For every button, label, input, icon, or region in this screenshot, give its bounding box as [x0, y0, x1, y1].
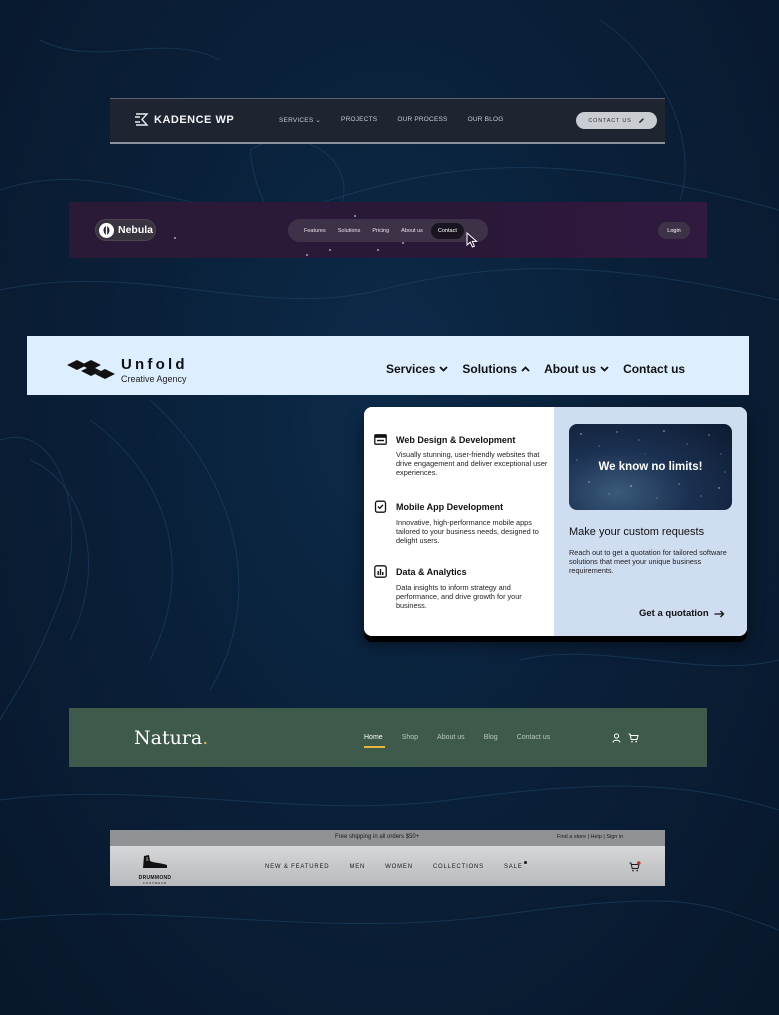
drummond-logo-subtext: FOOTWEAR — [143, 881, 167, 885]
kadence-nav-projects[interactable]: PROJECTS — [341, 116, 377, 124]
chevron-down-icon — [439, 366, 449, 372]
service-title: Data & Analytics — [396, 566, 467, 577]
natura-nav: Home Shop About us Blog Contact us — [364, 734, 550, 748]
user-icon[interactable] — [612, 733, 621, 743]
promo-description: Reach out to get a quotation for tailore… — [569, 548, 727, 575]
service-title: Web Design & Development — [396, 434, 516, 445]
drummond-nav-women[interactable]: WOMEN — [385, 864, 413, 870]
kadence-nav-services[interactable]: SERVICES ⌄ — [279, 116, 321, 124]
service-mobile-app[interactable]: Mobile App Development Innovative, high-… — [374, 500, 549, 545]
natura-nav-blog[interactable]: Blog — [484, 734, 498, 741]
nebula-login-button[interactable]: Login — [658, 222, 690, 239]
pencil-icon — [638, 118, 644, 123]
kadence-logo[interactable]: KADENCE WP — [134, 113, 234, 126]
natura-nav-about-us[interactable]: About us — [437, 734, 465, 741]
natura-logo[interactable]: Natura. — [134, 727, 208, 749]
clipboard-check-icon — [374, 500, 387, 513]
promo-image-text: We know no limits! — [598, 461, 703, 473]
nebula-leaf-icon — [99, 222, 114, 238]
natura-nav-home[interactable]: Home — [364, 734, 385, 748]
kadence-nav: SERVICES ⌄ PROJECTS OUR PROCESS OUR BLOG — [279, 116, 503, 124]
arrow-right-icon — [714, 610, 725, 617]
service-title: Mobile App Development — [396, 501, 504, 512]
dropdown-promo-panel: We know no limits! Make your custom requ… — [554, 407, 747, 636]
natura-actions — [612, 733, 639, 743]
nebula-nav-solutions[interactable]: Solutions — [332, 228, 367, 234]
chevron-down-icon: ⌄ — [315, 117, 322, 124]
nebula-nav-about-us[interactable]: About us — [395, 228, 429, 234]
solutions-dropdown-menu: Web Design & Development Visually stunni… — [364, 407, 747, 636]
nebula-logo-text: Nebula — [118, 224, 154, 236]
service-web-design[interactable]: Web Design & Development Visually stunni… — [374, 434, 549, 477]
browser-window-icon — [374, 434, 387, 445]
drummond-announcement-bar: Free shipping in all orders $50+ Find a … — [110, 830, 665, 846]
kadence-logo-text: KADENCE WP — [154, 113, 235, 126]
dropdown-services-list: Web Design & Development Visually stunni… — [364, 407, 554, 636]
get-quotation-link[interactable]: Get a quotation — [639, 608, 725, 619]
sale-indicator-dot — [523, 861, 527, 864]
nebula-nav: Features Solutions Pricing About us Cont… — [288, 219, 488, 242]
unfold-nav-solutions[interactable]: Solutions — [462, 362, 530, 376]
unfold-nav-about-us[interactable]: About us — [544, 362, 609, 376]
service-data-analytics[interactable]: Data & Analytics Data insights to inform… — [374, 565, 549, 610]
nebula-navbar: Nebula Features Solutions Pricing About … — [69, 202, 707, 258]
kadence-navbar: KADENCE WP SERVICES ⌄ PROJECTS OUR PROCE… — [110, 98, 665, 144]
promo-title: Make your custom requests — [569, 526, 705, 538]
drummond-nav-sale[interactable]: SALE — [504, 861, 527, 870]
kadence-contact-button[interactable]: CONTACT US — [576, 112, 657, 129]
bar-chart-icon — [374, 565, 387, 578]
cart-icon[interactable] — [628, 733, 639, 743]
drummond-nav-new-featured[interactable]: NEW & FEATURED — [265, 864, 329, 870]
drummond-nav-collections[interactable]: COLLECTIONS — [433, 864, 484, 870]
service-description: Data insights to inform strategy and per… — [396, 583, 522, 610]
chevron-down-icon — [600, 366, 609, 372]
nebula-logo[interactable]: Nebula — [95, 219, 156, 241]
kadence-logo-icon — [135, 113, 149, 126]
promo-image: We know no limits! — [569, 424, 732, 510]
kadence-contact-label: CONTACT US — [588, 117, 632, 124]
natura-nav-shop[interactable]: Shop — [402, 734, 418, 741]
unfold-nav-contact-us[interactable]: Contact us — [623, 362, 685, 376]
drummond-header: Free shipping in all orders $50+ Find a … — [110, 830, 665, 886]
utility-links[interactable]: Find a store | Help | Sign in — [557, 834, 623, 840]
kadence-nav-our-blog[interactable]: OUR BLOG — [468, 116, 504, 124]
natura-navbar: Natura. Home Shop About us Blog Contact … — [69, 708, 707, 767]
drummond-navbar: DRUMMOND FOOTWEAR NEW & FEATURED MEN WOM… — [110, 846, 665, 886]
unfold-nav-services[interactable]: Services — [386, 362, 449, 376]
unfold-brand-name[interactable]: Unfold — [121, 356, 188, 373]
nebula-nav-contact[interactable]: Contact — [430, 222, 464, 239]
free-shipping-text: Free shipping in all orders $50+ — [335, 834, 420, 840]
mouse-cursor-icon — [466, 232, 478, 248]
drummond-logo[interactable]: DRUMMOND FOOTWEAR — [137, 854, 173, 885]
service-description: Innovative, high-performance mobile apps… — [396, 518, 539, 545]
cart-icon[interactable] — [629, 861, 641, 872]
chevron-up-icon — [521, 366, 530, 372]
drummond-nav: NEW & FEATURED MEN WOMEN COLLECTIONS SAL… — [265, 861, 527, 870]
kadence-nav-our-process[interactable]: OUR PROCESS — [397, 116, 447, 124]
drummond-nav-men[interactable]: MEN — [349, 864, 365, 870]
service-description: Visually stunning, user-friendly website… — [396, 450, 548, 477]
natura-nav-contact-us[interactable]: Contact us — [517, 734, 550, 741]
unfold-navbar: Unfold Creative Agency Services Solution… — [27, 336, 749, 395]
shoe-logo-icon — [143, 855, 167, 868]
nebula-nav-pricing[interactable]: Pricing — [366, 228, 395, 234]
unfold-logo-icon[interactable] — [67, 358, 115, 380]
nebula-nav-features[interactable]: Features — [298, 228, 332, 234]
unfold-tagline: Creative Agency — [121, 374, 187, 384]
unfold-nav: Services Solutions About us Contact us — [386, 362, 685, 376]
